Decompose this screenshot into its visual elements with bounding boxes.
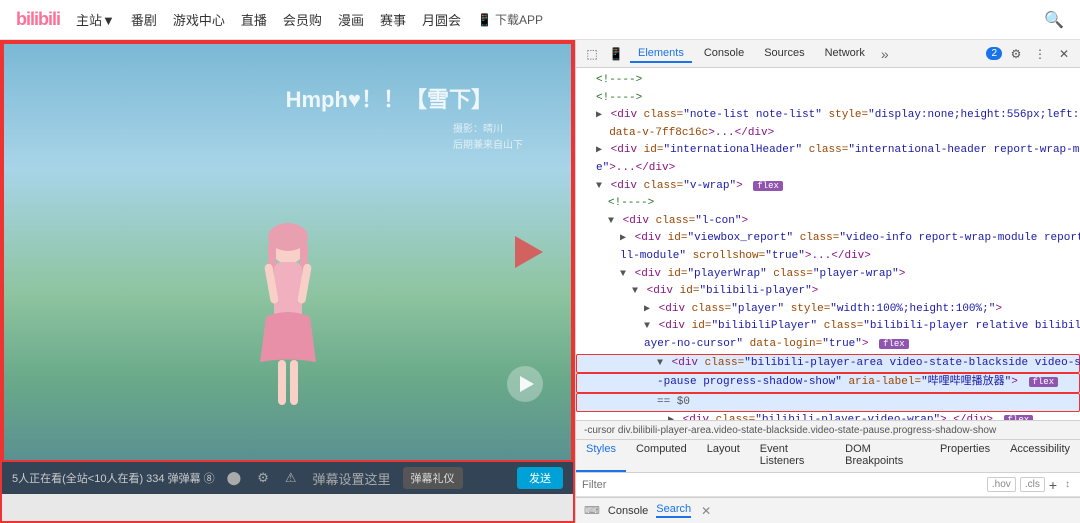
credit-line2: 后期兼来自山下 [453,138,523,154]
tab-dom-breakpoints[interactable]: DOM Breakpoints [835,440,930,472]
html-line: ▼ <div id="playerWrap" class="player-wra… [576,266,1080,284]
tab-layout[interactable]: Layout [697,440,750,472]
html-line: e">...</div> [576,160,1080,178]
html-line: <!----> [576,195,1080,213]
download-label: 下载APP [495,11,543,28]
send-button[interactable]: 发送 [517,467,563,489]
lower-tabs-bar: Styles Computed Layout Event Listeners D… [576,440,1080,473]
live-count: 5人正在看(全站<10人在看) 334 弹弹幕 ⑧ [12,470,215,486]
devtools-panel: ⬚ 📱 Elements Console Sources Network » 2… [575,40,1080,523]
html-line: <!----> [576,90,1080,108]
danmaku-toggle[interactable]: ⬤ [223,468,246,488]
tab-computed[interactable]: Computed [626,440,697,472]
tab-accessibility[interactable]: Accessibility [1000,440,1080,472]
html-line: <!----> [576,72,1080,90]
video-credit: 摄影：晴川 后期兼来自山下 [453,122,523,154]
nav-download-link[interactable]: 📱 下载APP [477,11,543,28]
tab-event-listeners[interactable]: Event Listeners [750,440,835,472]
html-tree[interactable]: <!----> <!----> ▶ <div class="note-list … [576,68,1080,420]
html-line: data-v-7ff8c16c>...</div> [576,125,1080,143]
html-line: ▶ <div class="bilibili-player-video-wrap… [576,412,1080,420]
settings-icon[interactable]: ⚙ [1006,44,1026,64]
html-line: ll-module" scrollshow="true">...</div> [576,248,1080,266]
credit-line1: 摄影：晴川 [453,122,523,138]
main-layout: div.bilibili-player-area.video-state-bla… [0,40,1080,523]
filter-add-button[interactable]: + [1049,477,1057,493]
devtools-toolbar: ⬚ 📱 Elements Console Sources Network » 2… [576,40,1080,68]
html-line: ▼ <div class="v-wrap"> flex [576,178,1080,196]
devtools-breadcrumb: -cursor div.bilibili-player-area.video-s… [576,420,1080,440]
dollar-zero-marker: == $0 [576,393,1080,413]
nav-home[interactable]: 主站▼ [76,10,115,29]
inspect-element-icon[interactable]: ⬚ [582,44,602,64]
nav-vip[interactable]: 会员购 [283,10,322,29]
selected-html-line-cont[interactable]: -pause progress-shadow-show" aria-label=… [576,373,1080,393]
search-close-icon[interactable]: ✕ [701,504,711,518]
filter-hov-tag[interactable]: .hov [987,477,1016,492]
html-line: ▶ <div class="note-list note-list" style… [576,107,1080,125]
error-badge: 2 [986,47,1002,60]
filter-input[interactable] [582,479,983,491]
more-tabs-icon[interactable]: » [877,46,893,62]
video-title-overlay: Hmph♥！！【雪下】 [286,82,493,114]
nav-esports[interactable]: 赛事 [380,10,406,29]
tab-console-bottom[interactable]: Console [608,505,648,517]
nav-manga[interactable]: 漫画 [338,10,364,29]
console-icon: ⌨ [584,504,600,517]
settings-icon[interactable]: ⚙ [253,468,273,488]
html-line: ▶ <div class="player" style="width:100%;… [576,301,1080,319]
tab-search-bottom[interactable]: Search [656,503,691,518]
tab-console[interactable]: Console [696,45,752,63]
tab-network[interactable]: Network [817,45,873,63]
selected-html-line[interactable]: ▼ <div class="bilibili-player-area video… [576,354,1080,374]
warning-icon[interactable]: ⚠ [281,468,301,488]
tab-properties[interactable]: Properties [930,440,1000,472]
tab-styles[interactable]: Styles [576,440,626,472]
html-line: ▼ <div class="l-con"> [576,213,1080,231]
play-icon [520,376,534,392]
toolbar-right: 2 ⚙ ⋮ ✕ [986,44,1074,64]
phone-icon: 📱 [477,13,492,27]
arrow-indicator [515,236,543,268]
arrow-right-icon [515,236,543,268]
search-icon[interactable]: 🔍 [1044,10,1064,30]
gift-button[interactable]: 弹幕礼仪 [403,467,463,489]
nav-moon[interactable]: 月圆会 [422,10,461,29]
danmaku-settings[interactable]: 弹幕设置这里 [309,467,395,490]
bilibili-logo[interactable]: bilibili [16,9,60,30]
device-toolbar-icon[interactable]: 📱 [606,44,626,64]
video-bottom-bar: 5人正在看(全站<10人在看) 334 弹弹幕 ⑧ ⬤ ⚙ ⚠ 弹幕设置这里 弹… [2,462,573,494]
top-nav: bilibili 主站▼ 番剧 游戏中心 直播 会员购 漫画 赛事 月圆会 📱 … [0,0,1080,40]
tab-elements[interactable]: Elements [630,45,692,63]
console-bar: ⌨ Console Search ✕ [576,497,1080,523]
filter-bar: .hov .cls + ↕ [576,473,1080,497]
html-line: ▶ <div id="internationalHeader" class="i… [576,142,1080,160]
video-area: div.bilibili-player-area.video-state-bla… [0,40,575,523]
nav-live[interactable]: 直播 [241,10,267,29]
nav-anime[interactable]: 番剧 [131,10,157,29]
character-silhouette [228,222,348,422]
vertical-dots-icon[interactable]: ⋮ [1030,44,1050,64]
play-button[interactable] [507,366,543,402]
close-devtools-icon[interactable]: ✕ [1054,44,1074,64]
video-player[interactable]: Hmph♥！！【雪下】 摄影：晴川 后期兼来自山下 [2,42,573,462]
html-line: ▶ <div id="viewbox_report" class="video-… [576,230,1080,248]
filter-extra-icon: ↕ [1061,478,1074,491]
filter-cls-tag[interactable]: .cls [1020,477,1045,492]
html-line: ▼ <div id="bilibili-player"> [576,283,1080,301]
breadcrumb-text: -cursor div.bilibili-player-area.video-s… [584,425,996,436]
html-line: ▼ <div id="bilibiliPlayer" class="bilibi… [576,318,1080,336]
nav-game[interactable]: 游戏中心 [173,10,225,29]
tab-sources[interactable]: Sources [756,45,812,63]
html-line: ayer-no-cursor" data-login="true"> flex [576,336,1080,354]
